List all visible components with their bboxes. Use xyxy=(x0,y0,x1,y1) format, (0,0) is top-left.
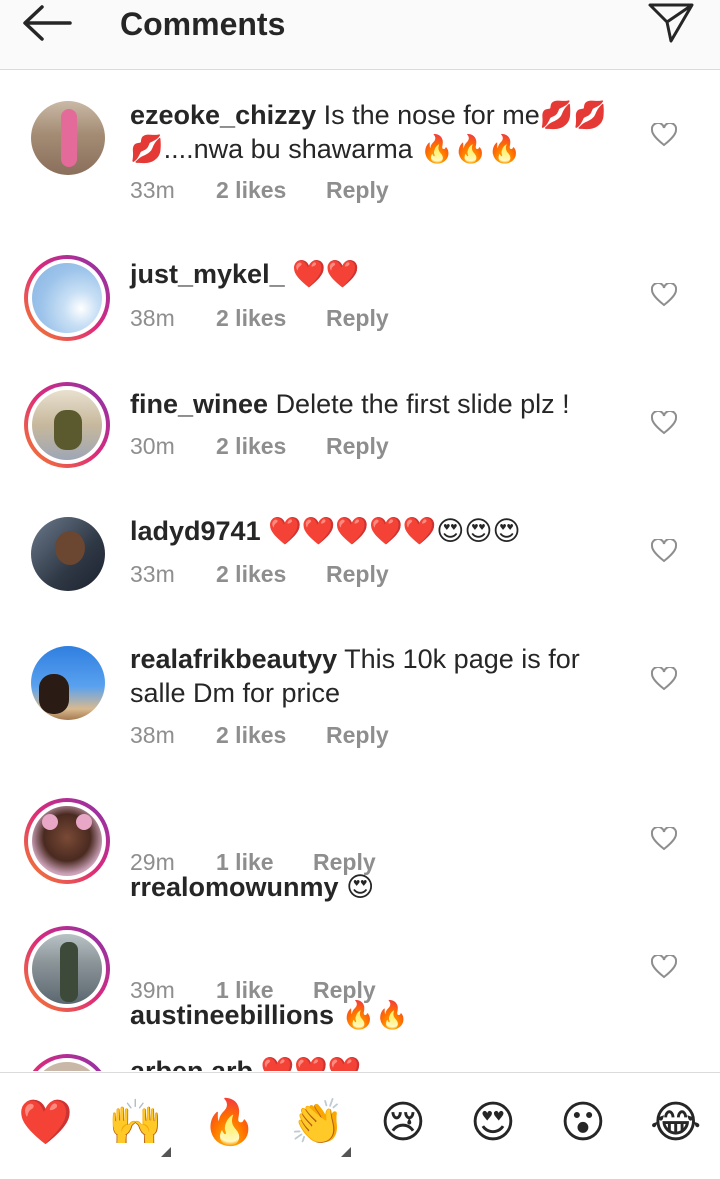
surprised-face-icon[interactable]: 😮 xyxy=(560,1097,606,1149)
comment-text: realafrikbeautyy This 10k page is for sa… xyxy=(130,642,630,710)
comment-username[interactable]: just_mykel_ xyxy=(130,259,285,289)
comment-likes[interactable]: 1 like xyxy=(216,849,313,876)
comment-time: 39m xyxy=(130,977,175,1003)
avatar[interactable] xyxy=(24,926,110,1012)
comment-meta: 33m 2 likes Reply xyxy=(130,561,389,588)
top-bar: Comments xyxy=(0,0,720,70)
reply-button[interactable]: Reply xyxy=(326,561,389,588)
heart-outline-icon[interactable] xyxy=(651,667,677,691)
comment-username[interactable]: realafrikbeautyy xyxy=(130,644,337,674)
avatar[interactable] xyxy=(24,255,110,341)
comment-body: 😍 xyxy=(346,872,375,902)
variant-indicator-icon xyxy=(161,1147,171,1157)
comment-text: arben.arb ❤️❤️❤️ xyxy=(130,1054,630,1071)
heart-outline-icon[interactable] xyxy=(651,955,677,979)
comment-meta: 30m 2 likes Reply xyxy=(130,433,389,460)
comment-username[interactable]: rrealomowunmy xyxy=(130,872,339,902)
comment-likes[interactable]: 1 like xyxy=(216,977,313,1004)
comment-likes[interactable]: 2 likes xyxy=(216,433,326,460)
avatar[interactable] xyxy=(31,646,105,720)
raising-hands-icon[interactable]: 🙌 xyxy=(108,1097,163,1149)
heart-outline-icon[interactable] xyxy=(651,539,677,563)
clapping-hands-icon[interactable]: 👏 xyxy=(290,1097,345,1149)
comment-time: 33m xyxy=(130,177,175,203)
comment-time: 38m xyxy=(130,722,175,748)
comment-username[interactable]: fine_winee xyxy=(130,389,268,419)
comment-meta: 29m 1 like Reply xyxy=(130,849,376,876)
comment-time: 33m xyxy=(130,561,175,587)
comment-likes[interactable]: 2 likes xyxy=(216,305,326,332)
heart-outline-icon[interactable] xyxy=(651,411,677,435)
comment-username[interactable]: ezeoke_chizzy xyxy=(130,100,316,130)
comment-time: 38m xyxy=(130,305,175,331)
comment-likes[interactable]: 2 likes xyxy=(216,722,326,749)
comment-meta: 39m 1 like Reply xyxy=(130,977,376,1004)
comment-username[interactable]: austineebillions xyxy=(130,1000,334,1030)
avatar[interactable] xyxy=(31,101,105,175)
avatar[interactable] xyxy=(24,382,110,468)
comment-text: ezeoke_chizzy Is the nose for me💋💋💋....n… xyxy=(130,98,630,166)
comment-text: fine_winee Delete the first slide plz ! xyxy=(130,387,630,421)
avatar[interactable] xyxy=(24,798,110,884)
comment-meta: 38m 2 likes Reply xyxy=(130,305,389,332)
avatar[interactable] xyxy=(31,517,105,591)
comment-body: ❤️❤️ xyxy=(292,259,360,289)
comment-likes[interactable]: 2 likes xyxy=(216,561,326,588)
fire-icon[interactable]: 🔥 xyxy=(202,1097,257,1149)
avatar[interactable] xyxy=(24,1054,110,1071)
comment-body: ❤️❤️❤️❤️❤️😍😍😍 xyxy=(268,516,521,546)
comment-text: just_mykel_ ❤️❤️ xyxy=(130,257,630,291)
paper-plane-icon[interactable] xyxy=(646,0,696,44)
crying-face-icon[interactable]: 😢 xyxy=(380,1097,426,1149)
reply-button[interactable]: Reply xyxy=(313,849,376,876)
comment-username[interactable]: ladyd9741 xyxy=(130,516,261,546)
page-title: Comments xyxy=(120,6,286,42)
comment-username[interactable]: arben.arb xyxy=(130,1056,253,1071)
comment-body: ❤️❤️❤️ xyxy=(260,1056,362,1071)
comment-text: ladyd9741 ❤️❤️❤️❤️❤️😍😍😍 xyxy=(130,514,630,548)
comment-meta: 33m 2 likes Reply xyxy=(130,177,389,204)
reply-button[interactable]: Reply xyxy=(326,722,389,749)
red-heart-icon[interactable]: ❤️ xyxy=(18,1097,73,1149)
reply-button[interactable]: Reply xyxy=(313,977,376,1004)
heart-eyes-icon[interactable]: 😍 xyxy=(470,1097,516,1149)
comment-body: 🔥🔥 xyxy=(341,1000,409,1030)
arrow-left-icon[interactable] xyxy=(18,2,78,46)
reply-button[interactable]: Reply xyxy=(326,433,389,460)
heart-outline-icon[interactable] xyxy=(651,123,677,147)
reply-button[interactable]: Reply xyxy=(326,305,389,332)
emoji-reaction-bar: ❤️ 🙌 🔥 👏 😢 😍 😮 😂 xyxy=(0,1072,720,1179)
comment-time: 30m xyxy=(130,433,175,459)
comment-time: 29m xyxy=(130,849,175,875)
comments-list: ezeoke_chizzy Is the nose for me💋💋💋....n… xyxy=(0,71,720,1071)
reply-button[interactable]: Reply xyxy=(326,177,389,204)
tears-of-joy-icon[interactable]: 😂 xyxy=(650,1097,701,1149)
comment-likes[interactable]: 2 likes xyxy=(216,177,326,204)
variant-indicator-icon xyxy=(341,1147,351,1157)
comment-meta: 38m 2 likes Reply xyxy=(130,722,389,749)
heart-outline-icon[interactable] xyxy=(651,827,677,851)
comment-body: Delete the first slide plz ! xyxy=(275,389,570,419)
heart-outline-icon[interactable] xyxy=(651,283,677,307)
